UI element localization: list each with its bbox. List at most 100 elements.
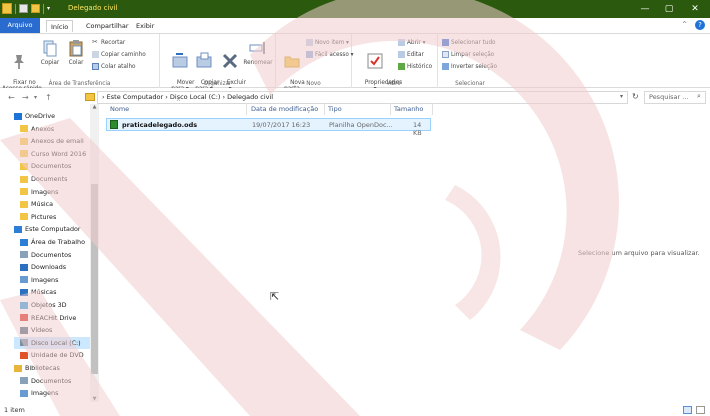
copy-button[interactable]: Copiar <box>36 37 64 67</box>
navigation-scrollbar[interactable]: ▲ ▼ <box>90 104 99 402</box>
tab-file[interactable]: Arquivo <box>0 18 40 33</box>
open-button[interactable]: Abrir ▾ <box>398 38 425 48</box>
recent-chevron-icon[interactable]: ▾ <box>34 94 37 101</box>
separator <box>15 3 16 14</box>
chevron-down-icon[interactable]: ▾ <box>620 93 623 100</box>
desktop-icon <box>20 238 28 246</box>
sidebar-item[interactable]: Unidade de DVD <box>14 349 91 361</box>
file-size: 14 KB <box>413 121 422 137</box>
column-name[interactable]: Nome <box>110 105 129 113</box>
new-folder-icon[interactable] <box>31 4 40 13</box>
new-folder-icon <box>284 56 300 68</box>
sidebar-item[interactable]: Área de Trabalho <box>14 236 91 248</box>
sidebar-item[interactable]: Vídeos <box>14 324 91 336</box>
column-type[interactable]: Tipo <box>328 105 342 113</box>
column-divider[interactable] <box>390 103 391 115</box>
column-divider[interactable] <box>246 103 247 115</box>
tab-home[interactable]: Início <box>46 20 74 32</box>
easy-access-button[interactable]: Fácil acesso ▾ <box>306 50 354 60</box>
copy-path-button[interactable]: Copiar caminho <box>92 50 146 60</box>
sidebar-item[interactable]: Bibliotecas <box>14 362 91 374</box>
new-item-button[interactable]: Novo item ▾ <box>306 38 349 48</box>
properties-icon[interactable] <box>19 4 28 13</box>
sidebar-item[interactable]: Curso Word 2016 <box>14 148 91 160</box>
large-icons-view-icon[interactable] <box>696 406 705 414</box>
scroll-down-icon[interactable]: ▼ <box>90 396 99 402</box>
documents-icon <box>20 377 28 385</box>
rename-button[interactable]: Renomear <box>242 37 274 67</box>
help-icon[interactable]: ? <box>695 20 705 30</box>
tab-view[interactable]: Exibir <box>132 20 158 32</box>
paste-shortcut-button[interactable]: Colar atalho <box>92 62 136 72</box>
sidebar-item-label: Documents <box>31 175 68 183</box>
sidebar-item[interactable]: Objetos 3D <box>14 299 91 311</box>
clipboard-group: Fixar no Acesso rápido Copiar Colar ✂Rec… <box>0 34 160 92</box>
up-arrow-icon[interactable]: ↑ <box>45 93 52 102</box>
sidebar-item[interactable]: Documents <box>14 173 91 185</box>
organize-group: Mover para ▾ Copiar para ▾ Excluir ▾ Ren… <box>160 34 276 92</box>
maximize-button[interactable]: ▢ <box>656 0 682 18</box>
paste-button[interactable]: Colar <box>62 37 90 67</box>
scroll-up-icon[interactable]: ▲ <box>90 104 99 110</box>
sidebar-item[interactable]: REACHit Drive <box>14 312 91 324</box>
rename-label: Renomear <box>243 60 273 66</box>
minimize-button[interactable]: — <box>632 0 658 18</box>
separator <box>43 3 44 14</box>
sidebar-item-label: OneDrive <box>25 112 56 120</box>
tab-share[interactable]: Compartilhar <box>82 20 133 32</box>
select-group: Selecionar tudo Limpar seleção Inverter … <box>438 34 502 89</box>
sidebar-item-label: Músicas <box>31 288 57 297</box>
rename-icon <box>249 42 265 54</box>
sidebar-item[interactable]: Este Computador <box>14 223 91 235</box>
column-divider[interactable] <box>324 103 325 115</box>
sidebar-item[interactable]: Anexos <box>14 123 91 135</box>
organize-group-label: Organizar <box>203 81 232 87</box>
sidebar-item[interactable]: Imagens <box>14 274 91 286</box>
sidebar-item[interactable]: Imagens <box>14 186 91 198</box>
refresh-icon[interactable]: ↻ <box>632 92 639 101</box>
scrollbar-thumb[interactable] <box>91 184 98 374</box>
edit-button[interactable]: Editar <box>398 50 424 60</box>
cut-button[interactable]: ✂ Recortar <box>92 38 125 48</box>
sidebar-item[interactable]: Músicas <box>14 286 91 298</box>
paste-label: Colar <box>68 60 84 66</box>
history-button[interactable]: Histórico <box>398 62 432 72</box>
sidebar-item-label: Imagens <box>31 187 59 196</box>
invert-selection-button[interactable]: Inverter seleção <box>442 62 497 72</box>
table-row[interactable]: praticadelegado.ods 19/07/2017 16:23 Pla… <box>106 118 431 137</box>
sidebar-item[interactable]: Anexos de email <box>14 135 91 147</box>
sidebar-item-label: Downloads <box>31 263 67 272</box>
sidebar-item[interactable]: Documentos <box>14 249 91 261</box>
sidebar-item[interactable]: OneDrive <box>14 110 91 122</box>
sidebar-item[interactable]: Documentos <box>14 160 91 172</box>
search-icon[interactable]: ⌕ <box>697 92 701 101</box>
sidebar-item[interactable]: Documentos <box>14 375 91 387</box>
status-bar: 1 item <box>0 404 710 416</box>
paste-icon <box>69 40 83 57</box>
chevron-up-icon[interactable]: ^ <box>682 21 687 28</box>
sidebar-item[interactable]: Imagens <box>14 387 91 399</box>
sidebar-item-label: Música <box>31 200 54 209</box>
sidebar-item[interactable]: Disco Local (C:) <box>14 336 91 349</box>
sidebar-item[interactable]: Downloads <box>14 261 91 273</box>
copy-path-label: Copiar caminho <box>101 52 146 58</box>
sidebar-item-label: Curso Word 2016 <box>31 149 87 158</box>
edit-label: Editar <box>407 52 424 58</box>
back-arrow-icon[interactable]: ← <box>8 93 15 102</box>
sidebar-item[interactable]: Música <box>14 198 91 210</box>
select-all-label: Selecionar tudo <box>451 40 496 46</box>
select-none-button[interactable]: Limpar seleção <box>442 50 494 60</box>
column-date[interactable]: Data de modificação <box>251 105 318 113</box>
select-none-label: Limpar seleção <box>451 52 495 58</box>
folder-icon <box>20 213 28 221</box>
paste-shortcut-label: Colar atalho <box>101 64 136 70</box>
select-all-button[interactable]: Selecionar tudo <box>442 38 496 48</box>
sidebar-item[interactable]: Pictures <box>14 211 91 223</box>
forward-arrow-icon[interactable]: → <box>22 93 29 102</box>
column-size[interactable]: Tamanho <box>394 105 423 113</box>
close-button[interactable]: ✕ <box>682 0 708 18</box>
chevron-down-icon[interactable]: ▾ <box>47 5 53 12</box>
column-divider[interactable] <box>432 103 433 115</box>
sidebar-item-label: Disco Local (C:) <box>31 338 81 347</box>
details-view-icon[interactable] <box>683 406 692 414</box>
